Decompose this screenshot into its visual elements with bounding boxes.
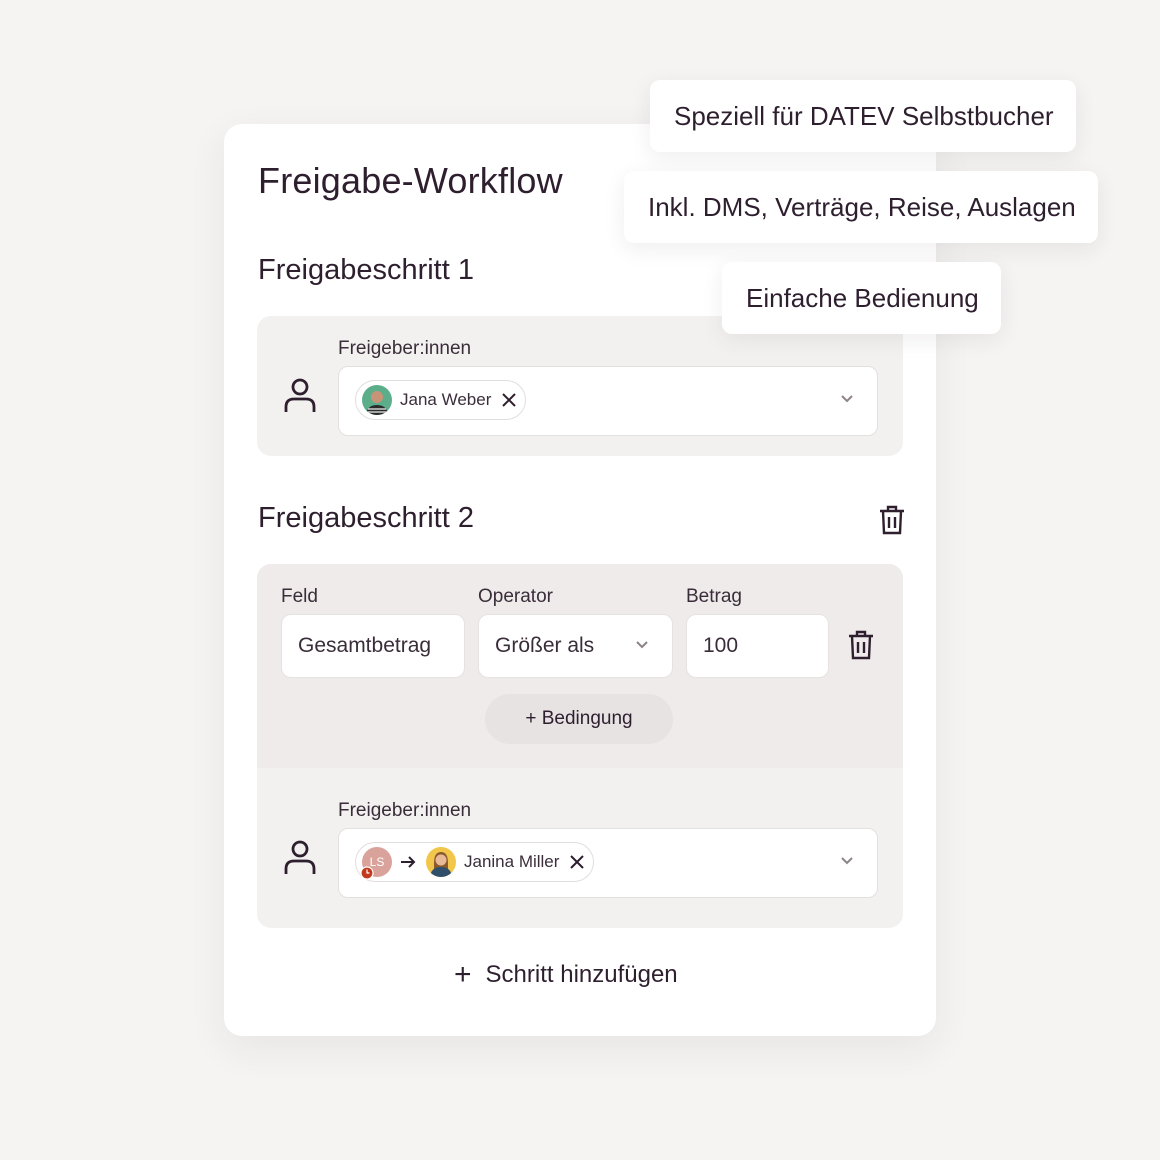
workflow-card: Freigabe-Workflow Freigabeschritt 1 Frei…	[224, 124, 936, 1036]
operator-label: Operator	[478, 586, 553, 607]
person-icon	[284, 840, 316, 874]
arrow-right-icon	[401, 856, 416, 868]
feature-tag: Einfache Bedienung	[722, 262, 1001, 334]
amount-label: Betrag	[686, 586, 742, 607]
approver-chip: Jana Weber	[355, 380, 527, 420]
chevron-down-icon	[841, 395, 853, 403]
remove-approver-icon[interactable]	[569, 854, 585, 870]
delete-step-icon[interactable]	[878, 505, 906, 535]
add-step-button[interactable]: + Schritt hinzufügen	[454, 960, 678, 990]
delete-condition-icon[interactable]	[847, 630, 875, 660]
feature-tag: Speziell für DATEV Selbstbucher	[650, 80, 1076, 152]
avatar	[362, 385, 392, 415]
step-2-panel: Feld Operator Betrag Gesamtbetrag Größer…	[257, 564, 903, 928]
page-title: Freigabe-Workflow	[258, 160, 563, 201]
chevron-down-icon	[841, 857, 853, 865]
approvers-select[interactable]: Jana Weber	[338, 366, 878, 436]
approver-name: Jana Weber	[400, 390, 492, 409]
add-step-label: Schritt hinzufügen	[485, 961, 678, 988]
approvers-select[interactable]: LS Janina Miller	[338, 828, 878, 898]
approver-name: Janina Miller	[464, 852, 560, 871]
field-label: Feld	[281, 586, 318, 607]
step-2-title: Freigabeschritt 2	[258, 502, 474, 534]
operator-select[interactable]: Größer als	[478, 614, 673, 678]
remove-approver-icon[interactable]	[501, 392, 517, 408]
field-select[interactable]: Gesamtbetrag	[281, 614, 465, 678]
condition-area: Feld Operator Betrag Gesamtbetrag Größer…	[257, 564, 903, 768]
substitute-avatar: LS	[360, 847, 392, 880]
plus-icon: +	[454, 958, 472, 991]
approver-chip: LS Janina Miller	[355, 842, 595, 882]
person-icon	[284, 378, 316, 412]
operator-value: Größer als	[495, 634, 595, 657]
clock-icon	[360, 866, 374, 880]
amount-input[interactable]: 100	[686, 614, 829, 678]
avatar	[426, 847, 456, 877]
step-1-title: Freigabeschritt 1	[258, 254, 474, 286]
feature-tag: Inkl. DMS, Verträge, Reise, Auslagen	[624, 171, 1098, 243]
step-1-approvers-panel: Freigeber:innen Jana Weber	[257, 316, 903, 456]
approvers-label: Freigeber:innen	[338, 338, 472, 359]
add-condition-button[interactable]: + Bedingung	[485, 694, 673, 744]
chevron-down-icon	[636, 641, 648, 649]
approvers-label: Freigeber:innen	[338, 800, 472, 821]
